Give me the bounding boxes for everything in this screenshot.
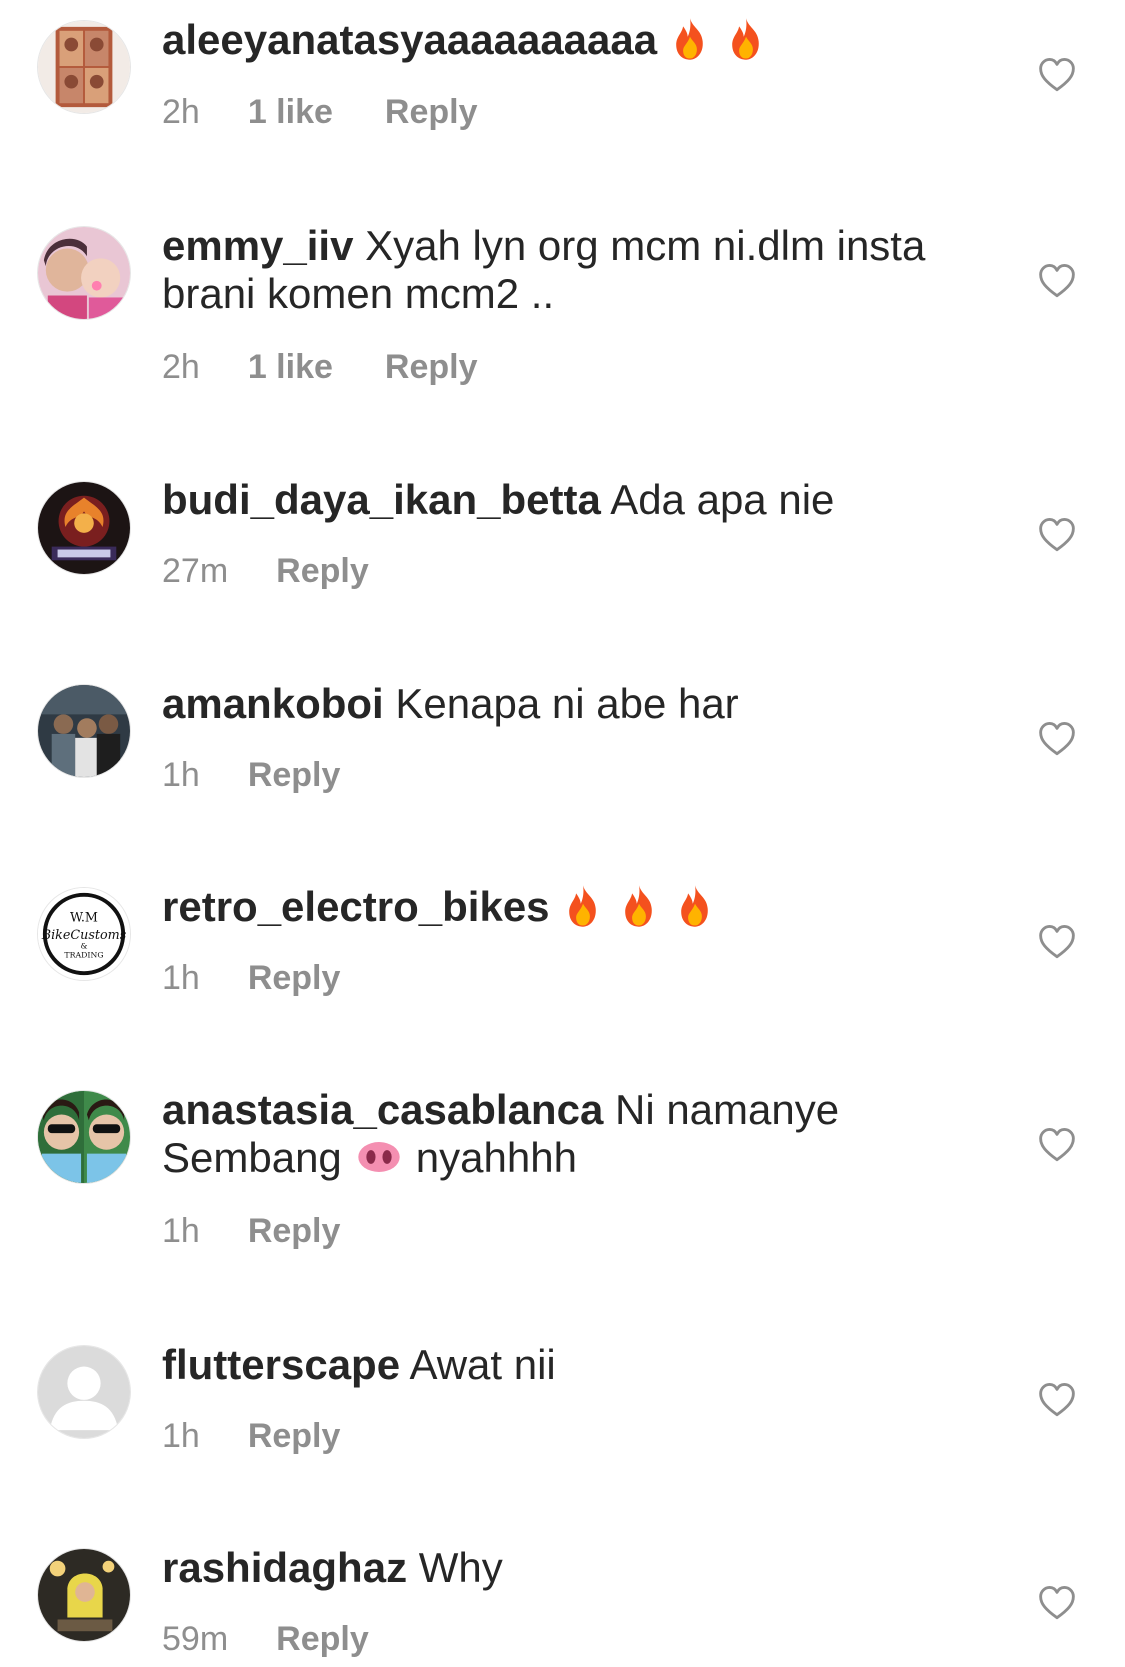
- comment-username[interactable]: emmy_iiv: [162, 222, 353, 269]
- comment-body: Why: [418, 1544, 503, 1591]
- comment-username[interactable]: budi_daya_ikan_betta: [162, 476, 601, 523]
- comment-time: 1h: [162, 959, 200, 997]
- comment-meta: 1h Reply: [162, 755, 340, 795]
- comment-username[interactable]: retro_electro_bikes: [162, 883, 550, 930]
- comment-meta: 59m Reply: [162, 1619, 369, 1659]
- comment-time: 1h: [162, 1212, 200, 1250]
- avatar[interactable]: [37, 481, 131, 575]
- avatar[interactable]: W.M BikeCustoms & TRADING: [37, 887, 131, 981]
- comment-text: anastasia_casablanca Ni namanye Sembang n…: [162, 1086, 962, 1182]
- comment-username[interactable]: flutterscape: [162, 1341, 400, 1388]
- avatar[interactable]: [37, 1548, 131, 1642]
- avatar[interactable]: [37, 1090, 131, 1184]
- comment-time: 1h: [162, 756, 200, 794]
- comment-text: flutterscape Awat nii: [162, 1341, 962, 1389]
- comment-body: Kenapa ni abe har: [395, 680, 739, 727]
- reply-button[interactable]: Reply: [276, 1619, 369, 1659]
- comment-text: rashidaghaz Why: [162, 1544, 962, 1592]
- comment-text: aleeyanatasyaaaaaaaaaa: [162, 16, 962, 64]
- fire-icon: [667, 16, 713, 62]
- avatar[interactable]: [37, 684, 131, 778]
- comment-text: budi_daya_ikan_betta Ada apa nie: [162, 476, 962, 524]
- heart-outline-icon[interactable]: [1037, 263, 1077, 299]
- comment-time: 1h: [162, 1417, 200, 1455]
- avatar[interactable]: [37, 20, 131, 114]
- comment-username[interactable]: aleeyanatasyaaaaaaaaaa: [162, 16, 657, 63]
- comment-time: 2h: [162, 348, 200, 386]
- comment-body: Ada apa nie: [610, 476, 835, 523]
- avatar-logo-text: BikeCustoms: [41, 927, 127, 942]
- comment-text: emmy_iiv Xyah lyn org mcm ni.dlm insta b…: [162, 222, 962, 318]
- heart-outline-icon[interactable]: [1037, 57, 1077, 93]
- reply-button[interactable]: Reply: [248, 1416, 341, 1456]
- comment-username[interactable]: anastasia_casablanca: [162, 1086, 603, 1133]
- reply-button[interactable]: Reply: [385, 92, 478, 132]
- comment-username[interactable]: rashidaghaz: [162, 1544, 407, 1591]
- avatar-logo-text: W.M: [70, 909, 98, 924]
- comment-likes[interactable]: 1 like: [248, 92, 333, 132]
- avatar[interactable]: [37, 1345, 131, 1439]
- comment-meta: 2h 1 like Reply: [162, 92, 478, 132]
- comment-text: retro_electro_bikes: [162, 883, 962, 931]
- heart-outline-icon[interactable]: [1037, 1382, 1077, 1418]
- avatar[interactable]: [37, 226, 131, 320]
- comment-meta: 1h Reply: [162, 1416, 340, 1456]
- reply-button[interactable]: Reply: [248, 958, 341, 998]
- avatar-logo-text: &: [81, 942, 88, 951]
- comment-time: 27m: [162, 552, 229, 590]
- reply-button[interactable]: Reply: [248, 755, 341, 795]
- heart-outline-icon[interactable]: [1037, 1127, 1077, 1163]
- heart-outline-icon[interactable]: [1037, 721, 1077, 757]
- comment-meta: 2h 1 like Reply: [162, 347, 478, 387]
- comment-body: Awat nii: [409, 1341, 556, 1388]
- comment-text: amankoboi Kenapa ni abe har: [162, 680, 962, 728]
- avatar-logo-text: TRADING: [64, 950, 103, 959]
- comment-body-end: nyahhhh: [415, 1134, 577, 1181]
- comment-meta: 27m Reply: [162, 551, 369, 591]
- reply-button[interactable]: Reply: [248, 1211, 341, 1251]
- fire-icon: [672, 883, 718, 929]
- comment-likes[interactable]: 1 like: [248, 347, 333, 387]
- fire-icon: [723, 16, 769, 62]
- comment-time: 59m: [162, 1620, 229, 1658]
- heart-outline-icon[interactable]: [1037, 1585, 1077, 1621]
- comment-meta: 1h Reply: [162, 1211, 340, 1251]
- heart-outline-icon[interactable]: [1037, 924, 1077, 960]
- pig-nose-icon: [356, 1134, 402, 1180]
- heart-outline-icon[interactable]: [1037, 517, 1077, 553]
- fire-icon: [560, 883, 606, 929]
- fire-icon: [616, 883, 662, 929]
- comment-username[interactable]: amankoboi: [162, 680, 384, 727]
- comment-time: 2h: [162, 93, 200, 131]
- reply-button[interactable]: Reply: [385, 347, 478, 387]
- comment-meta: 1h Reply: [162, 958, 340, 998]
- reply-button[interactable]: Reply: [276, 551, 369, 591]
